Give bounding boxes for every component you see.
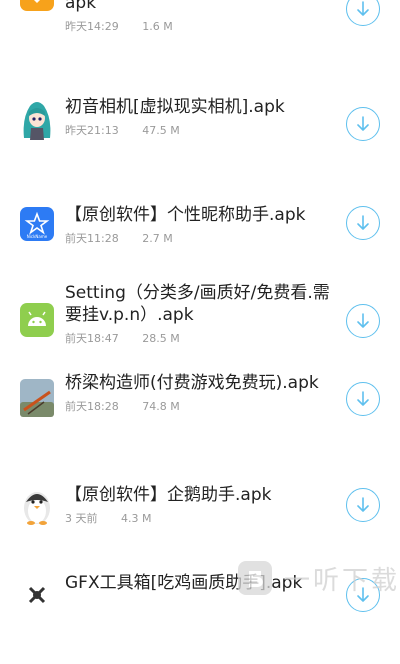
list-item[interactable]: Setting（分类多/画质好/免费看.需要挂v.p.n）.apk 前天18:4…	[0, 280, 400, 376]
penguin-app-icon	[20, 484, 54, 528]
file-size: 2.7 M	[142, 232, 173, 245]
list-item[interactable]: 【原创软件】企鹅助手.apk 3 天前 4.3 M	[0, 472, 400, 568]
file-size: 28.5 M	[142, 332, 180, 345]
star-app-icon: NickName	[20, 202, 54, 246]
heart-app-icon	[20, 0, 54, 16]
file-size: 47.5 M	[142, 124, 180, 137]
download-time: 昨天14:29	[65, 20, 119, 33]
file-size: 1.6 M	[142, 20, 173, 33]
watermark-logo-icon	[238, 561, 272, 595]
download-button[interactable]	[346, 206, 380, 240]
download-time: 前天18:28	[65, 400, 119, 413]
download-arrow-icon	[357, 215, 369, 230]
download-arrow-icon	[357, 391, 369, 406]
file-size: 74.8 M	[142, 400, 180, 413]
download-button[interactable]	[346, 488, 380, 522]
download-time: 前天11:28	[65, 232, 119, 245]
android-app-icon	[20, 298, 54, 342]
list-item[interactable]: NickName 【原创软件】个性昵称助手.apk 前天11:28 2.7 M	[0, 152, 400, 248]
download-time: 前天18:47	[65, 332, 119, 345]
bridge-game-app-icon	[20, 376, 54, 420]
file-name: 初音相机[虚拟现实相机].apk	[65, 97, 285, 117]
download-time: 3 天前	[65, 512, 98, 525]
download-button[interactable]	[346, 304, 380, 338]
anime-character-app-icon	[20, 98, 54, 142]
list-item[interactable]: 初音相机[虚拟现实相机].apk 昨天21:13 47.5 M	[0, 56, 400, 152]
gfx-tool-app-icon	[20, 574, 54, 618]
download-arrow-icon	[357, 497, 369, 512]
file-name: 桥梁构造师(付费游戏免费玩).apk	[65, 373, 319, 393]
watermark: 一听下载	[238, 556, 400, 600]
file-name: 【原创软件】个性昵称助手.apk	[65, 205, 306, 225]
download-arrow-icon	[357, 1, 369, 16]
watermark-text: 一听下载	[284, 565, 400, 596]
svg-text:NickName: NickName	[27, 234, 48, 239]
download-button[interactable]	[346, 0, 380, 26]
list-item[interactable]: 装扮盒子[各种免费装扮等你设置].apk 昨天14:29 1.6 M	[0, 0, 400, 56]
file-name: 装扮盒子[各种免费装扮等你设置].apk	[65, 0, 97, 13]
download-arrow-icon	[357, 313, 369, 328]
download-arrow-icon	[357, 116, 369, 131]
download-time: 昨天21:13	[65, 124, 119, 137]
download-button[interactable]	[346, 382, 380, 416]
download-button[interactable]	[346, 107, 380, 141]
list-item[interactable]: 桥梁构造师(付费游戏免费玩).apk 前天18:28 74.8 M	[0, 373, 400, 472]
file-name: Setting（分类多/画质好/免费看.需要挂v.p.n）.apk	[65, 283, 330, 325]
file-size: 4.3 M	[121, 512, 152, 525]
file-name: 【原创软件】企鹅助手.apk	[65, 485, 272, 505]
